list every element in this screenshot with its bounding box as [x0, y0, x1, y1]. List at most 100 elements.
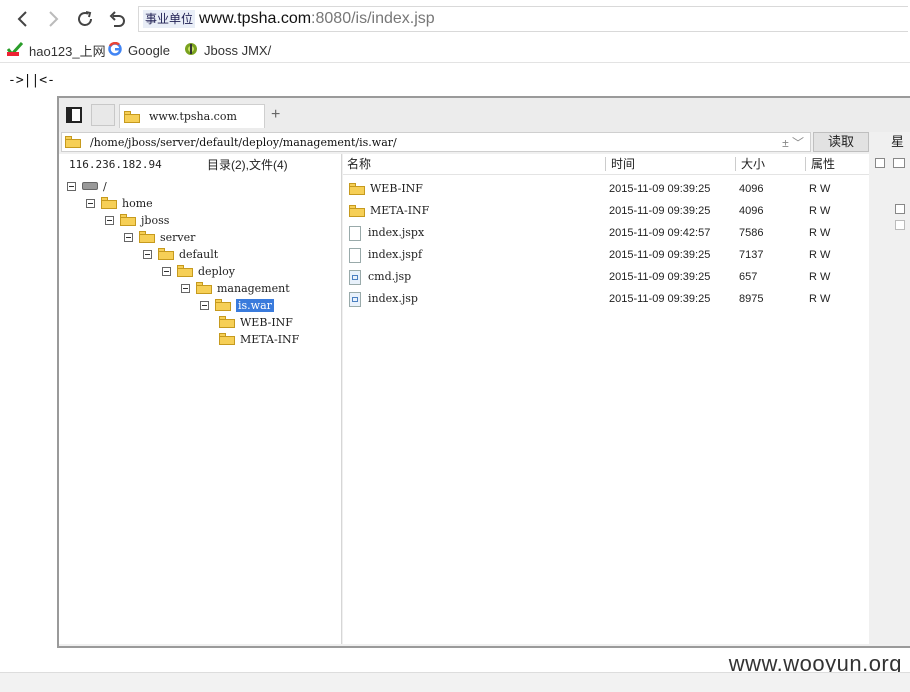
column-attr[interactable]: 属性 [811, 154, 835, 174]
back-button[interactable] [12, 8, 34, 30]
tree-node[interactable]: is.war [200, 297, 274, 313]
column-time[interactable]: 时间 [611, 154, 635, 174]
file-row[interactable]: META-INF 2015-11-09 09:39:25 4096 R W [343, 200, 869, 222]
path-input[interactable]: /home/jboss/server/default/deploy/manage… [61, 132, 811, 152]
file-icon [349, 225, 361, 241]
url-path: :8080/is/index.jsp [311, 10, 435, 27]
folder-icon [219, 333, 235, 345]
column-divider[interactable] [805, 157, 806, 171]
media-icon[interactable] [895, 204, 905, 214]
server-ip: 116.236.182.94 [69, 158, 162, 171]
file-name-cell[interactable]: index.jspx [349, 222, 424, 244]
file-attr: R W [809, 271, 831, 283]
file-row[interactable]: cmd.jsp 2015-11-09 09:39:25 657 R W [343, 266, 869, 288]
collapse-toggle-icon[interactable] [124, 232, 133, 242]
file-row[interactable]: index.jspx 2015-11-09 09:42:57 7586 R W [343, 222, 869, 244]
folder-icon [349, 205, 365, 217]
file-attr: R W [809, 227, 831, 239]
collapse-toggle-icon[interactable] [162, 266, 171, 276]
folder-icon [177, 265, 193, 277]
jsp-file-icon [349, 291, 361, 307]
chevron-left-icon [17, 11, 27, 27]
file-icon [349, 247, 361, 263]
file-list-panel: 名称 时间 大小 属性 WEB-INF 2015-11-09 09:39:25 40… [343, 154, 869, 644]
file-row[interactable]: index.jsp 2015-11-09 09:39:25 8975 R W [343, 288, 869, 310]
tree-node[interactable]: default [143, 246, 218, 262]
file-size: 7586 [739, 227, 764, 239]
directory-tree-panel: 116.236.182.94 目录(2),文件(4) / home jboss ser… [59, 154, 342, 644]
file-name-cell[interactable]: index.jspf [349, 244, 422, 266]
undo-button[interactable] [106, 8, 128, 30]
column-divider[interactable] [605, 157, 606, 171]
tree-node[interactable]: / [67, 178, 107, 194]
file-row[interactable]: index.jspf 2015-11-09 09:39:25 7137 R W [343, 244, 869, 266]
address-bar[interactable]: 事业单位 www.tpsha.com:8080/is/index.jsp [138, 6, 908, 32]
url-text[interactable]: www.tpsha.com:8080/is/index.jsp [199, 10, 435, 28]
column-size[interactable]: 大小 [741, 154, 765, 174]
collapse-toggle-icon[interactable] [143, 249, 152, 259]
file-time: 2015-11-09 09:39:25 [609, 293, 711, 305]
tree-node-label: META-INF [240, 332, 300, 346]
tree-node[interactable]: server [124, 229, 195, 245]
file-name-cell[interactable]: index.jsp [349, 288, 418, 310]
file-name-cell[interactable]: WEB-INF [349, 178, 423, 200]
folder-icon [219, 316, 235, 328]
browser-toolbar: 事业单位 www.tpsha.com:8080/is/index.jsp [0, 0, 910, 38]
bookmark-label: Google [128, 42, 170, 58]
page-marker-text: ->||<- [8, 73, 55, 88]
file-name-cell[interactable]: META-INF [349, 200, 429, 222]
file-time: 2015-11-09 09:42:57 [609, 227, 711, 239]
file-size: 8975 [739, 293, 764, 305]
new-tab-button[interactable]: + [271, 107, 280, 123]
bookmark-hao123[interactable]: hao123_上网 [6, 41, 106, 59]
path-dropdown-icon[interactable]: ± ﹀ [782, 134, 804, 151]
jsp-file-icon [349, 269, 361, 285]
bookmark-google[interactable]: Google [108, 41, 170, 59]
tab-site[interactable]: www.tpsha.com [119, 104, 265, 128]
collapse-toggle-icon[interactable] [181, 283, 190, 293]
panel-toggle-button[interactable] [66, 107, 82, 123]
tab-label: www.tpsha.com [149, 110, 237, 123]
tree-node[interactable]: management [181, 280, 290, 296]
tree-node-label: home [122, 196, 153, 210]
read-button[interactable]: 读取 [813, 132, 869, 152]
forward-button[interactable] [42, 8, 64, 30]
tree-node-label: jboss [141, 213, 170, 227]
tree-node-label: management [217, 281, 290, 295]
collapse-toggle-icon[interactable] [105, 215, 114, 225]
tree-node[interactable]: WEB-INF [219, 314, 293, 330]
collapse-toggle-icon[interactable] [67, 181, 76, 191]
file-name: index.jspf [368, 248, 423, 261]
tree-node[interactable]: jboss [105, 212, 169, 228]
tree-node-label: server [160, 230, 196, 244]
file-size: 657 [739, 271, 758, 283]
file-time: 2015-11-09 09:39:25 [609, 271, 711, 283]
file-attr: R W [809, 249, 831, 261]
chevron-right-icon [49, 11, 59, 27]
grid-toggle-button[interactable] [91, 104, 115, 126]
file-time: 2015-11-09 09:39:25 [609, 249, 711, 261]
column-name[interactable]: 名称 [347, 154, 371, 174]
folder-icon [101, 197, 117, 209]
file-time: 2015-11-09 09:39:25 [609, 183, 711, 195]
tree-node[interactable]: home [86, 195, 153, 211]
tree-node-label: WEB-INF [240, 315, 293, 329]
hand-icon[interactable] [895, 220, 905, 230]
folder-icon [120, 214, 136, 226]
collapse-toggle-icon[interactable] [86, 198, 95, 208]
file-name-cell[interactable]: cmd.jsp [349, 266, 411, 288]
column-divider[interactable] [735, 157, 736, 171]
jboss-icon [184, 42, 198, 59]
hao123-icon [6, 41, 24, 59]
tree-node[interactable]: META-INF [219, 331, 299, 347]
app-tab-bar: www.tpsha.com + [59, 98, 910, 132]
folder-icon [196, 282, 212, 294]
tree-node[interactable]: deploy [162, 263, 235, 279]
file-row[interactable]: WEB-INF 2015-11-09 09:39:25 4096 R W [343, 178, 869, 200]
tree-header: 116.236.182.94 目录(2),文件(4) [59, 154, 341, 176]
bookmark-jboss[interactable]: Jboss JMX/ [184, 41, 271, 59]
reload-button[interactable] [74, 8, 96, 30]
panel-icon[interactable] [893, 158, 905, 168]
collapse-toggle-icon[interactable] [200, 300, 209, 310]
collapse-icon[interactable] [875, 158, 885, 168]
